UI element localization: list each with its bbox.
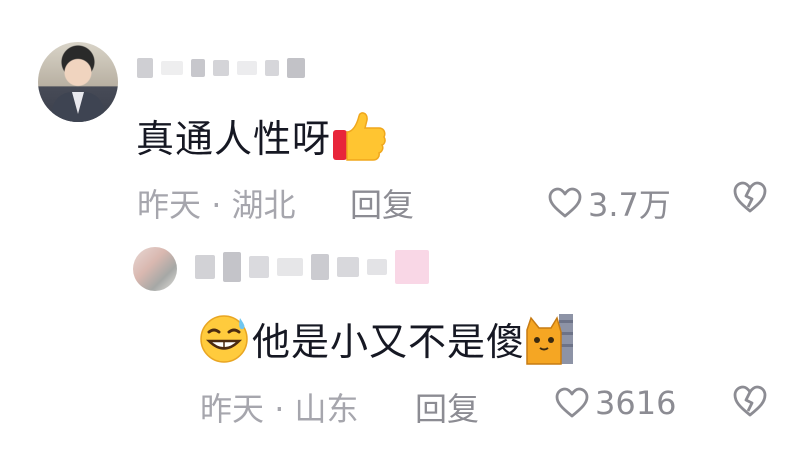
- reply-time: 昨天: [200, 390, 265, 428]
- cat-peek-icon: [526, 314, 574, 365]
- comment-location: 湖北: [231, 186, 296, 224]
- heart-outline-icon: [555, 387, 589, 418]
- meta-separator: ·: [211, 186, 222, 224]
- reply-text: 他是小又不是傻: [196, 310, 575, 366]
- comment-meta: 昨天 · 湖北: [137, 180, 296, 226]
- thumbs-up-icon: [333, 111, 386, 161]
- heart-outline-icon: [548, 187, 582, 218]
- dislike-icon[interactable]: [732, 384, 768, 418]
- reply-button[interactable]: 回复: [350, 180, 414, 226]
- like-button[interactable]: 3.7万: [548, 180, 671, 226]
- reply-button[interactable]: 回复: [415, 384, 479, 430]
- dislike-icon[interactable]: [732, 180, 768, 214]
- reply-meta: 昨天 · 山东: [200, 384, 359, 430]
- reply-location: 山东: [294, 390, 359, 428]
- commenter-avatar[interactable]: [38, 42, 118, 122]
- comment-time: 昨天: [137, 186, 202, 224]
- like-button[interactable]: 3616: [555, 384, 676, 422]
- reply-avatar[interactable]: [133, 247, 177, 291]
- sweat-grin-icon: [200, 315, 248, 363]
- like-count: 3.7万: [588, 186, 671, 224]
- blurred-username[interactable]: [195, 250, 429, 284]
- comment-text: 真通人性呀: [136, 108, 387, 163]
- blurred-username[interactable]: [137, 58, 305, 78]
- meta-separator: ·: [274, 390, 285, 428]
- like-count: 3616: [595, 384, 677, 422]
